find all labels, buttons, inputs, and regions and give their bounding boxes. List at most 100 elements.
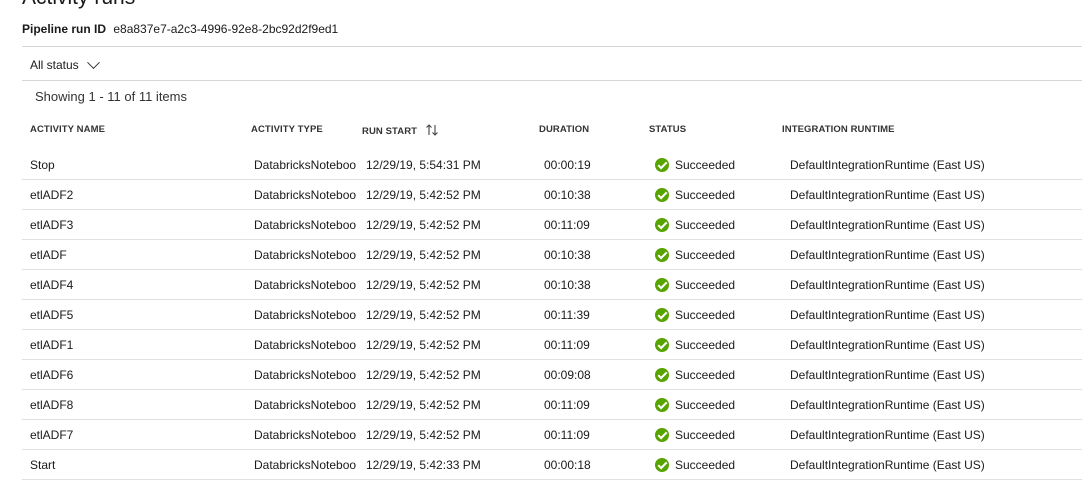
cell-integration-runtime: DefaultIntegrationRuntime (East US) — [790, 368, 985, 382]
cell-duration: 00:10:38 — [544, 188, 591, 202]
cell-activity-name[interactable]: etlADF8 — [30, 398, 230, 412]
status-text: Succeeded — [675, 158, 736, 172]
cell-activity-name[interactable]: Stop — [30, 158, 230, 172]
check-circle-icon — [655, 368, 669, 382]
cell-activity-name[interactable]: etlADF — [30, 248, 230, 262]
cell-run-start: 12/29/19, 5:54:31 PM — [366, 158, 481, 172]
cell-run-start: 12/29/19, 5:42:33 PM — [366, 458, 481, 472]
cell-activity-type: DatabricksNoteboo — [254, 338, 357, 352]
cell-activity-type: DatabricksNoteboo — [254, 188, 357, 202]
cell-integration-runtime: DefaultIntegrationRuntime (East US) — [790, 398, 985, 412]
cell-activity-name[interactable]: etlADF5 — [30, 308, 230, 322]
cell-activity-name[interactable]: Start — [30, 458, 230, 472]
cell-run-start: 12/29/19, 5:42:52 PM — [366, 218, 481, 232]
table-row[interactable]: etlADF4 DatabricksNoteboo 12/29/19, 5:42:5… — [22, 270, 1082, 300]
cell-activity-name[interactable]: etlADF3 — [30, 218, 230, 232]
status-text: Succeeded — [675, 188, 736, 202]
cell-run-start: 12/29/19, 5:42:52 PM — [366, 428, 481, 442]
status-text: Succeeded — [675, 338, 736, 352]
cell-activity-name[interactable]: etlADF2 — [30, 188, 230, 202]
cell-activity-name[interactable]: etlADF7 — [30, 428, 230, 442]
table-row[interactable]: etlADF3 DatabricksNoteboo 12/29/19, 5:42:5… — [22, 210, 1082, 240]
cell-activity-type: DatabricksNoteboo — [254, 458, 357, 472]
table-row[interactable]: Stop DatabricksNoteboo 12/29/19, 5:54:31 P… — [22, 150, 1082, 180]
check-circle-icon — [655, 188, 669, 202]
check-circle-icon — [655, 458, 669, 472]
check-circle-icon — [655, 398, 669, 412]
cell-activity-type: DatabricksNoteboo — [254, 248, 357, 262]
page-title: Activity runs — [22, 0, 135, 10]
cell-run-start: 12/29/19, 5:42:52 PM — [366, 188, 481, 202]
table-row[interactable]: etlADF1 DatabricksNoteboo 12/29/19, 5:42:5… — [22, 330, 1082, 360]
column-header-run-start-label: RUN START — [362, 126, 418, 137]
items-count-text: Showing 1 - 11 of 11 items — [35, 89, 187, 104]
status-text: Succeeded — [675, 248, 736, 262]
pipeline-run-id-value: e8a837e7-a2c3-4996-92e8-2bc92d2f9ed1 — [113, 22, 339, 36]
cell-duration: 00:11:09 — [544, 218, 590, 232]
status-text: Succeeded — [675, 218, 736, 232]
cell-status: Succeeded — [655, 308, 775, 322]
cell-duration: 00:11:09 — [544, 338, 590, 352]
status-text: Succeeded — [675, 428, 736, 442]
chevron-down-icon — [86, 55, 100, 69]
column-header-status[interactable]: STATUS — [649, 124, 686, 135]
cell-run-start: 12/29/19, 5:42:52 PM — [366, 278, 481, 292]
table-row[interactable]: etlADF7 DatabricksNoteboo 12/29/19, 5:42:5… — [22, 420, 1082, 450]
cell-duration: 00:10:38 — [544, 278, 591, 292]
status-filter-dropdown[interactable]: All status — [22, 52, 106, 78]
cell-integration-runtime: DefaultIntegrationRuntime (East US) — [790, 428, 985, 442]
cell-duration: 00:11:09 — [544, 428, 590, 442]
cell-status: Succeeded — [655, 368, 775, 382]
cell-integration-runtime: DefaultIntegrationRuntime (East US) — [790, 278, 985, 292]
status-text: Succeeded — [675, 278, 736, 292]
cell-integration-runtime: DefaultIntegrationRuntime (East US) — [790, 308, 985, 322]
table-row[interactable]: Start DatabricksNoteboo 12/29/19, 5:42:33 … — [22, 450, 1082, 480]
table-row[interactable]: etlADF5 DatabricksNoteboo 12/29/19, 5:42:5… — [22, 300, 1082, 330]
cell-duration: 00:11:39 — [544, 308, 590, 322]
cell-status: Succeeded — [655, 338, 775, 352]
column-header-activity-name[interactable]: ACTIVITY NAME — [30, 124, 105, 135]
cell-duration: 00:10:38 — [544, 248, 591, 262]
column-header-run-start[interactable]: RUN START — [362, 124, 439, 137]
table-row[interactable]: etlADF DatabricksNoteboo 12/29/19, 5:42:52… — [22, 240, 1082, 270]
cell-duration: 00:09:08 — [544, 368, 591, 382]
check-circle-icon — [655, 278, 669, 292]
cell-activity-type: DatabricksNoteboo — [254, 428, 357, 442]
table-row[interactable]: etlADF6 DatabricksNoteboo 12/29/19, 5:42:5… — [22, 360, 1082, 390]
status-text: Succeeded — [675, 458, 736, 472]
cell-status: Succeeded — [655, 218, 775, 232]
cell-duration: 00:00:19 — [544, 158, 591, 172]
cell-status: Succeeded — [655, 248, 775, 262]
cell-activity-type: DatabricksNoteboo — [254, 398, 357, 412]
cell-run-start: 12/29/19, 5:42:52 PM — [366, 368, 481, 382]
cell-activity-name[interactable]: etlADF1 — [30, 338, 230, 352]
status-text: Succeeded — [675, 398, 736, 412]
column-header-integration-runtime[interactable]: INTEGRATION RUNTIME — [782, 124, 895, 135]
sort-arrows-icon[interactable] — [425, 124, 439, 136]
cell-activity-type: DatabricksNoteboo — [254, 218, 357, 232]
column-header-activity-type[interactable]: ACTIVITY TYPE — [251, 124, 323, 135]
cell-status: Succeeded — [655, 188, 775, 202]
check-circle-icon — [655, 308, 669, 322]
check-circle-icon — [655, 218, 669, 232]
check-circle-icon — [655, 338, 669, 352]
column-header-duration[interactable]: DURATION — [539, 124, 589, 135]
table-row[interactable]: etlADF8 DatabricksNoteboo 12/29/19, 5:42:5… — [22, 390, 1082, 420]
divider — [22, 46, 1082, 47]
cell-status: Succeeded — [655, 398, 775, 412]
cell-integration-runtime: DefaultIntegrationRuntime (East US) — [790, 158, 985, 172]
check-circle-icon — [655, 248, 669, 262]
cell-run-start: 12/29/19, 5:42:52 PM — [366, 248, 481, 262]
activity-runs-table: Stop DatabricksNoteboo 12/29/19, 5:54:31 P… — [22, 150, 1082, 480]
cell-activity-type: DatabricksNoteboo — [254, 158, 357, 172]
cell-status: Succeeded — [655, 428, 775, 442]
cell-activity-name[interactable]: etlADF4 — [30, 278, 230, 292]
cell-run-start: 12/29/19, 5:42:52 PM — [366, 338, 481, 352]
pipeline-run-id-label: Pipeline run ID — [22, 22, 107, 36]
activity-runs-page: Activity runs Pipeline run ID e8a837e7-a… — [0, 0, 1082, 502]
cell-integration-runtime: DefaultIntegrationRuntime (East US) — [790, 218, 985, 232]
table-row[interactable]: etlADF2 DatabricksNoteboo 12/29/19, 5:42:5… — [22, 180, 1082, 210]
cell-status: Succeeded — [655, 278, 775, 292]
cell-activity-name[interactable]: etlADF6 — [30, 368, 230, 382]
check-circle-icon — [655, 158, 669, 172]
